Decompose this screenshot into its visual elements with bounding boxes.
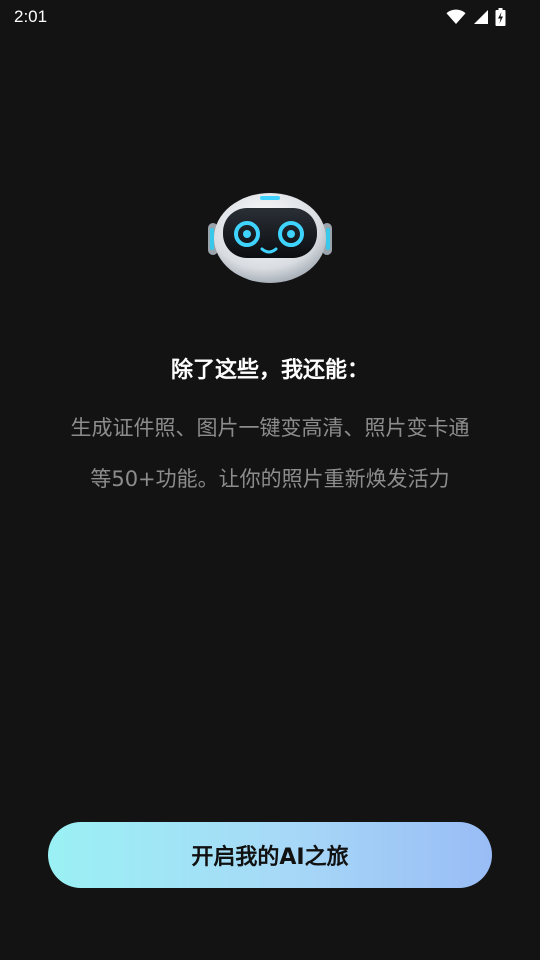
headline: 除了这些，我还能： [170,358,369,383]
wifi-icon [446,9,466,25]
battery-charging-icon [495,8,506,26]
start-ai-journey-button[interactable]: 开启我的AI之旅 [48,822,492,888]
status-icons [446,8,506,26]
description-line-1: 生成证件照、图片一键变高清、照片变卡通 [70,416,470,440]
description-line-2: 等50+功能。让你的照片重新焕发活力 [90,467,450,491]
signal-icon [472,9,489,25]
status-bar: 2:01 [0,0,540,34]
status-time: 2:01 [14,7,48,26]
onboarding-screen: 2:01 除了这些，我还能： 生成证件照、图片一键变高清、照片变卡通 等50+功… [0,0,540,960]
robot-mascot-icon [205,188,335,288]
